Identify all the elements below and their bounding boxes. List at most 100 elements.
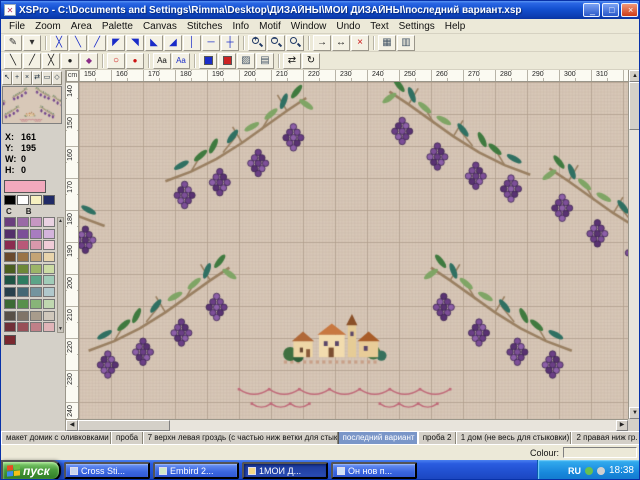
palette-color[interactable] xyxy=(17,299,29,309)
menu-zoom[interactable]: Zoom xyxy=(30,21,66,32)
pattern-tab-2[interactable]: 7 верхн левая гроздь (с частью ниж ветки… xyxy=(143,432,338,444)
menu-info[interactable]: Info xyxy=(227,21,254,32)
palette-color[interactable] xyxy=(17,311,29,321)
add-tool[interactable]: + xyxy=(12,71,22,85)
palette-color[interactable] xyxy=(17,252,29,262)
palette-color[interactable] xyxy=(4,252,16,262)
current-color-swatch[interactable] xyxy=(4,180,46,193)
tool-half-stitch-back[interactable]: ╲ xyxy=(69,35,87,51)
scroll-down-icon[interactable]: ▼ xyxy=(629,407,640,419)
menu-file[interactable]: File xyxy=(4,21,30,32)
tool-filled-circle[interactable]: ● xyxy=(126,53,144,69)
tool-move-selection[interactable]: ↔ xyxy=(332,35,350,51)
pattern-tab-0[interactable]: макет домик с оливковками xyxy=(1,432,111,444)
palette-scroll-down-icon[interactable]: ▼ xyxy=(58,326,63,332)
palette-color[interactable] xyxy=(43,264,55,274)
swap-tool[interactable]: ⇄ xyxy=(32,71,42,85)
palette-color[interactable] xyxy=(43,287,55,297)
palette-scroll-up-icon[interactable]: ▲ xyxy=(58,218,63,224)
tool-backstitch-cross[interactable]: ╳ xyxy=(42,53,60,69)
tool-text-tool[interactable]: Aa xyxy=(153,53,171,69)
minimize-button[interactable]: _ xyxy=(583,3,600,17)
palette-color[interactable] xyxy=(30,311,42,321)
palette-color[interactable] xyxy=(17,264,29,274)
vertical-scroll-thumb[interactable] xyxy=(629,82,640,130)
tool-full-stitch[interactable]: ╳ xyxy=(50,35,68,51)
palette-color[interactable] xyxy=(30,240,42,250)
pattern-tab-4[interactable]: проба 2 xyxy=(418,432,456,444)
tray-icon-1[interactable] xyxy=(585,467,593,475)
tool-quarter-stitch-bl[interactable]: ◣ xyxy=(145,35,163,51)
palette-color[interactable] xyxy=(4,264,16,274)
tool-gobelin-stitch[interactable]: ┼ xyxy=(221,35,239,51)
palette-color[interactable] xyxy=(30,229,42,239)
erase-tool[interactable]: × xyxy=(22,71,32,85)
palette-color[interactable] xyxy=(17,229,29,239)
quick-color-3[interactable] xyxy=(43,195,55,205)
tool-zoom-in[interactable]: + xyxy=(248,35,266,51)
quick-color-2[interactable] xyxy=(30,195,42,205)
tool-pencil-dropdown[interactable]: ▾ xyxy=(23,35,41,51)
quick-color-0[interactable] xyxy=(4,195,16,205)
menu-text[interactable]: Text xyxy=(365,21,393,32)
palette-extra-swatch[interactable] xyxy=(4,335,16,345)
tool-quarter-stitch-tr[interactable]: ◥ xyxy=(126,35,144,51)
menu-undo[interactable]: Undo xyxy=(331,21,365,32)
palette-color[interactable] xyxy=(30,264,42,274)
palette-color[interactable] xyxy=(4,229,16,239)
scroll-up-icon[interactable]: ▲ xyxy=(629,70,640,82)
palette-color[interactable] xyxy=(30,299,42,309)
palette-color[interactable] xyxy=(30,252,42,262)
tool-thread-swatch-red[interactable] xyxy=(218,53,236,69)
horizontal-scrollbar[interactable]: ◀ ▶ xyxy=(66,419,628,431)
menu-window[interactable]: Window xyxy=(286,21,332,32)
task-button-2[interactable]: 1МОИ Д... xyxy=(242,462,328,479)
clock[interactable]: 18:38 xyxy=(609,465,634,476)
close-button[interactable]: × xyxy=(621,3,638,17)
tool-outline-circle[interactable]: ○ xyxy=(107,53,125,69)
palette-color[interactable] xyxy=(4,275,16,285)
menu-area[interactable]: Area xyxy=(66,21,97,32)
pattern-tab-6[interactable]: 2 правая ниж гр. xyxy=(571,432,640,444)
vertical-scrollbar[interactable]: ▲ ▼ xyxy=(628,70,640,419)
menu-motif[interactable]: Motif xyxy=(254,21,286,32)
quick-color-1[interactable] xyxy=(17,195,29,205)
palette-color[interactable] xyxy=(17,287,29,297)
palette-color[interactable] xyxy=(17,275,29,285)
tool-rotate[interactable]: ↻ xyxy=(302,53,320,69)
task-button-0[interactable]: Cross Sti... xyxy=(64,462,150,479)
tool-pencil[interactable]: ✎ xyxy=(4,35,22,51)
tool-half-stitch-fwd[interactable]: ╱ xyxy=(88,35,106,51)
diamond-tool[interactable]: ◇ xyxy=(52,71,62,85)
menu-stitches[interactable]: Stitches xyxy=(182,21,228,32)
palette-color[interactable] xyxy=(17,217,29,227)
scroll-right-icon[interactable]: ▶ xyxy=(616,420,628,431)
tool-bead[interactable]: ◆ xyxy=(80,53,98,69)
select-box-tool[interactable]: ▭ xyxy=(42,71,52,85)
tool-vertical-stitch[interactable]: │ xyxy=(183,35,201,51)
menu-help[interactable]: Help xyxy=(440,21,471,32)
palette-color[interactable] xyxy=(4,240,16,250)
palette-color[interactable] xyxy=(43,252,55,262)
palette-color[interactable] xyxy=(43,311,55,321)
palette-color[interactable] xyxy=(43,240,55,250)
task-button-3[interactable]: Он нов п... xyxy=(331,462,417,479)
palette-color[interactable] xyxy=(43,275,55,285)
palette-color[interactable] xyxy=(43,299,55,309)
tool-quarter-stitch-tl[interactable]: ◤ xyxy=(107,35,125,51)
task-button-1[interactable]: Embird 2... xyxy=(153,462,239,479)
palette-color[interactable] xyxy=(43,229,55,239)
horizontal-scroll-thumb[interactable] xyxy=(78,420,170,431)
stitch-canvas[interactable] xyxy=(79,82,628,419)
tool-rulers-toggle[interactable]: ▥ xyxy=(397,35,415,51)
tool-backstitch-back[interactable]: ╲ xyxy=(4,53,22,69)
palette-color[interactable] xyxy=(30,217,42,227)
tool-thread-swatch-blue[interactable] xyxy=(199,53,217,69)
palette-color[interactable] xyxy=(17,240,29,250)
pattern-tab-1[interactable]: проба xyxy=(111,432,143,444)
palette-color[interactable] xyxy=(4,299,16,309)
start-button[interactable]: пуск xyxy=(1,460,61,480)
tool-motif-library[interactable]: ▤ xyxy=(256,53,274,69)
tool-flip-horizontal[interactable]: ⇄ xyxy=(283,53,301,69)
tool-pan-arrow[interactable]: → xyxy=(313,35,331,51)
